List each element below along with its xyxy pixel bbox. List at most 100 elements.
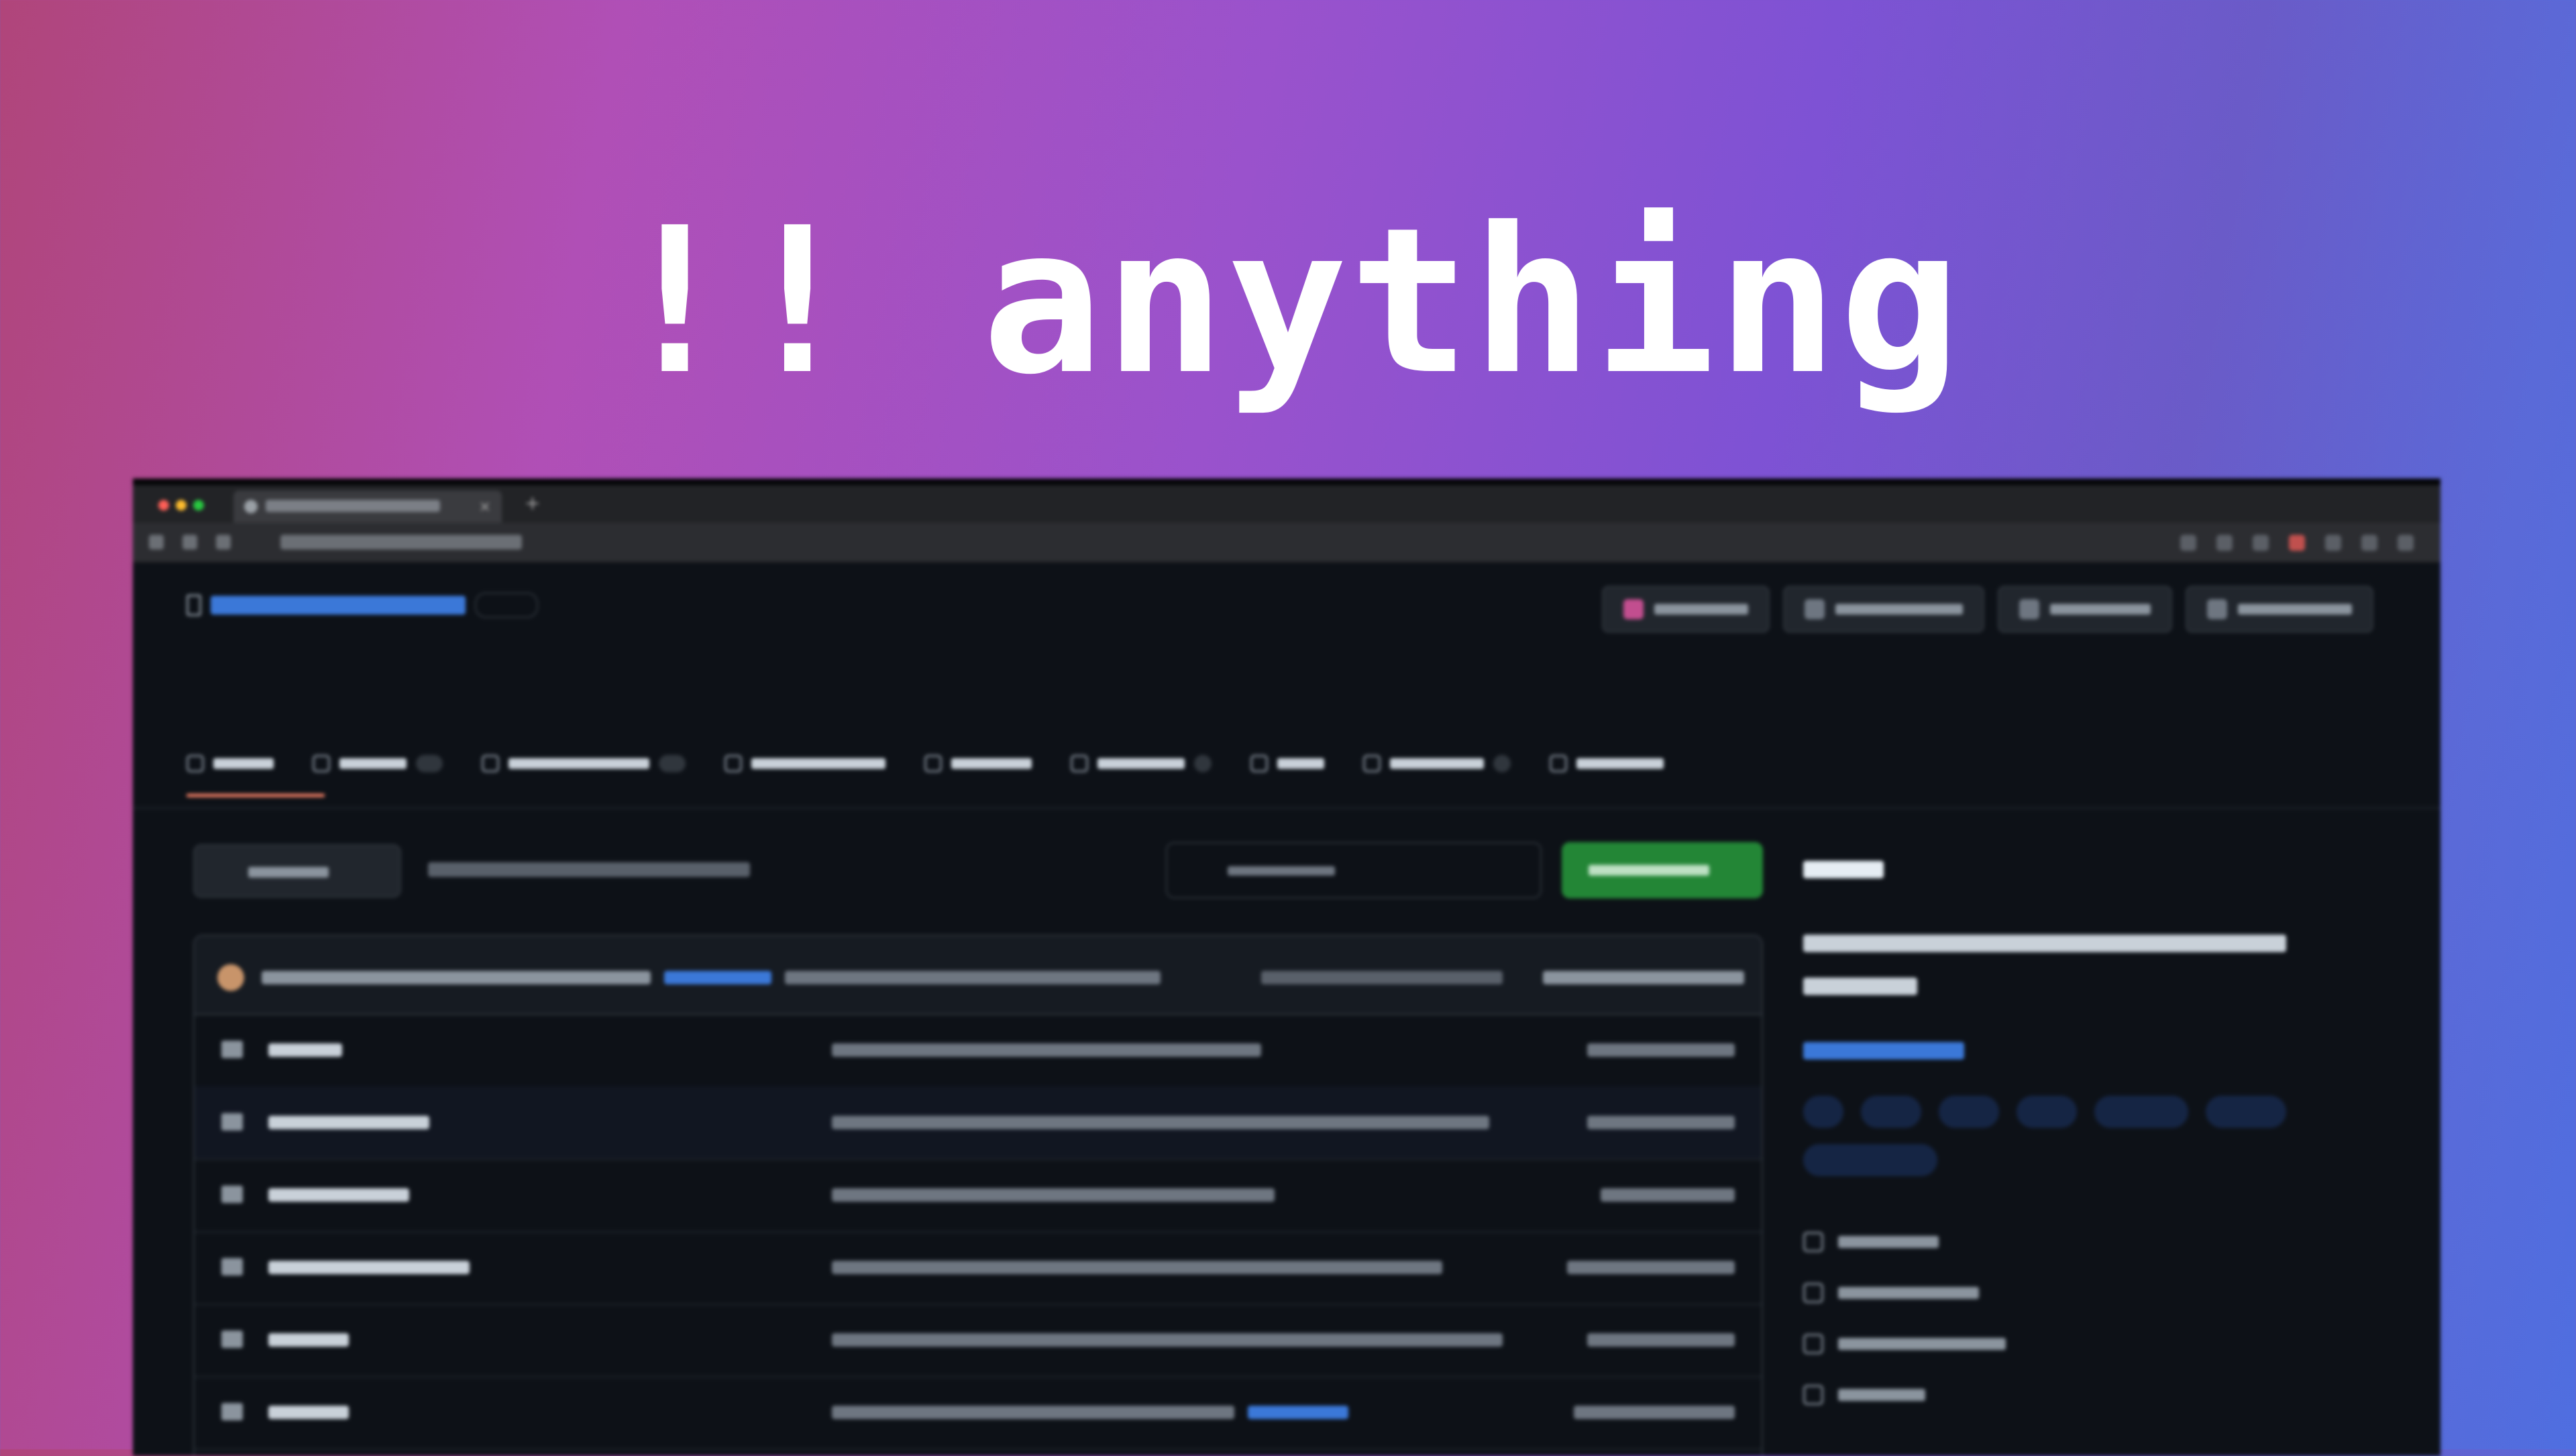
topic-tag[interactable] bbox=[1803, 1096, 1843, 1128]
topic-tag[interactable] bbox=[2206, 1096, 2286, 1128]
topic-tag[interactable] bbox=[1939, 1096, 1999, 1128]
file-name[interactable] bbox=[268, 1333, 349, 1347]
file-commit-message[interactable] bbox=[832, 1406, 1234, 1419]
tab-projects[interactable] bbox=[1071, 750, 1212, 777]
code-button[interactable] bbox=[1562, 842, 1763, 898]
tab-wiki[interactable] bbox=[1250, 750, 1324, 777]
license-link[interactable] bbox=[1803, 1283, 2006, 1303]
visibility-badge bbox=[475, 592, 538, 618]
fork-button[interactable] bbox=[1998, 586, 2172, 633]
tab-issues[interactable] bbox=[313, 750, 443, 777]
homepage-link[interactable] bbox=[1803, 1042, 1964, 1059]
commit-hash-time[interactable] bbox=[1261, 971, 1503, 984]
commit-message[interactable] bbox=[262, 971, 651, 984]
commit-pr-link[interactable] bbox=[664, 971, 771, 984]
activity-link[interactable] bbox=[1803, 1385, 2006, 1405]
pull-requests-icon bbox=[482, 755, 499, 772]
discussions-icon bbox=[724, 755, 742, 772]
topics-list bbox=[1803, 1096, 2313, 1176]
actions-icon bbox=[924, 755, 942, 772]
file-name[interactable] bbox=[268, 1116, 429, 1129]
reload-icon[interactable] bbox=[216, 535, 231, 550]
settings-icon[interactable] bbox=[2325, 535, 2341, 551]
new-tab-icon[interactable]: + bbox=[525, 492, 540, 514]
security-icon bbox=[1363, 755, 1381, 772]
download-icon[interactable] bbox=[2253, 535, 2269, 551]
maximize-window-icon[interactable] bbox=[193, 500, 204, 511]
table-row[interactable] bbox=[195, 1376, 1762, 1450]
tab-code[interactable] bbox=[186, 750, 274, 777]
table-row[interactable] bbox=[195, 1304, 1762, 1377]
browser-nav-buttons bbox=[149, 535, 231, 550]
eye-icon bbox=[1805, 599, 1825, 619]
repo-name-link[interactable] bbox=[211, 596, 466, 615]
file-name[interactable] bbox=[268, 1261, 470, 1274]
table-row[interactable] bbox=[195, 1231, 1762, 1305]
security-policy-link[interactable] bbox=[1803, 1334, 2006, 1354]
file-commit-date bbox=[1587, 1333, 1735, 1347]
activity-icon bbox=[1803, 1385, 1823, 1405]
commits-count-link[interactable] bbox=[1543, 971, 1744, 984]
share-icon[interactable] bbox=[2216, 535, 2233, 551]
sidebar-toggle-icon[interactable] bbox=[2361, 535, 2377, 551]
back-icon[interactable] bbox=[149, 535, 164, 550]
commit-branch-text bbox=[785, 971, 1161, 984]
topic-tag[interactable] bbox=[2094, 1096, 2188, 1128]
file-commit-date bbox=[1601, 1188, 1735, 1202]
readme-link[interactable] bbox=[1803, 1232, 2006, 1252]
sidebar-links bbox=[1803, 1232, 2006, 1405]
file-name[interactable] bbox=[268, 1406, 349, 1419]
extension-icon[interactable] bbox=[2289, 535, 2305, 551]
close-window-icon[interactable] bbox=[158, 500, 169, 511]
url-field[interactable] bbox=[280, 535, 522, 550]
folder-icon bbox=[221, 1403, 243, 1420]
license-icon bbox=[1803, 1283, 1823, 1303]
table-row[interactable] bbox=[195, 1014, 1762, 1088]
file-commit-message[interactable] bbox=[832, 1333, 1503, 1347]
nav-divider bbox=[133, 807, 2440, 809]
readme-icon bbox=[1803, 1232, 1823, 1252]
minimize-window-icon[interactable] bbox=[176, 500, 186, 511]
menu-icon[interactable] bbox=[2398, 535, 2414, 551]
topic-tag[interactable] bbox=[2017, 1096, 2077, 1128]
issues-count bbox=[416, 755, 443, 772]
file-name[interactable] bbox=[268, 1043, 342, 1057]
address-bar bbox=[133, 523, 2440, 563]
watch-button[interactable] bbox=[1783, 586, 1984, 633]
file-name[interactable] bbox=[268, 1188, 409, 1202]
tab-insights[interactable] bbox=[1550, 750, 1664, 777]
bookmark-icon[interactable] bbox=[2180, 535, 2196, 551]
sponsor-button[interactable] bbox=[1602, 586, 1770, 633]
branch-selector[interactable] bbox=[193, 844, 401, 898]
tab-pull-requests[interactable] bbox=[482, 750, 686, 777]
tab-discussions[interactable] bbox=[724, 750, 885, 777]
tab-close-icon[interactable]: × bbox=[479, 499, 491, 515]
favicon-icon bbox=[244, 500, 258, 513]
file-commit-message[interactable] bbox=[832, 1116, 1489, 1129]
branches-tags-links[interactable] bbox=[428, 862, 750, 877]
folder-icon bbox=[221, 1041, 243, 1058]
star-button[interactable] bbox=[2186, 586, 2373, 633]
tab-actions[interactable] bbox=[924, 750, 1032, 777]
table-row[interactable] bbox=[195, 1086, 1762, 1160]
file-commit-message[interactable] bbox=[832, 1261, 1442, 1274]
browser-tab[interactable]: × bbox=[233, 490, 502, 523]
about-heading bbox=[1803, 861, 1884, 878]
active-tab-indicator bbox=[186, 794, 325, 797]
topic-tag[interactable] bbox=[1803, 1144, 1937, 1176]
pull-requests-count bbox=[659, 755, 686, 772]
avatar[interactable] bbox=[217, 964, 244, 991]
file-commit-date bbox=[1587, 1116, 1735, 1129]
repo-title bbox=[186, 592, 538, 618]
security-count bbox=[1493, 755, 1511, 772]
file-commit-message[interactable] bbox=[832, 1188, 1275, 1202]
topic-tag[interactable] bbox=[1861, 1096, 1921, 1128]
table-row[interactable] bbox=[195, 1159, 1762, 1233]
file-commit-message[interactable] bbox=[832, 1043, 1261, 1057]
file-commit-date bbox=[1567, 1261, 1735, 1274]
file-commit-pr-link[interactable] bbox=[1248, 1406, 1348, 1419]
forward-icon[interactable] bbox=[182, 535, 197, 550]
go-to-file-input[interactable] bbox=[1166, 842, 1542, 898]
tab-security[interactable] bbox=[1363, 750, 1511, 777]
repo-nav bbox=[186, 750, 1664, 777]
